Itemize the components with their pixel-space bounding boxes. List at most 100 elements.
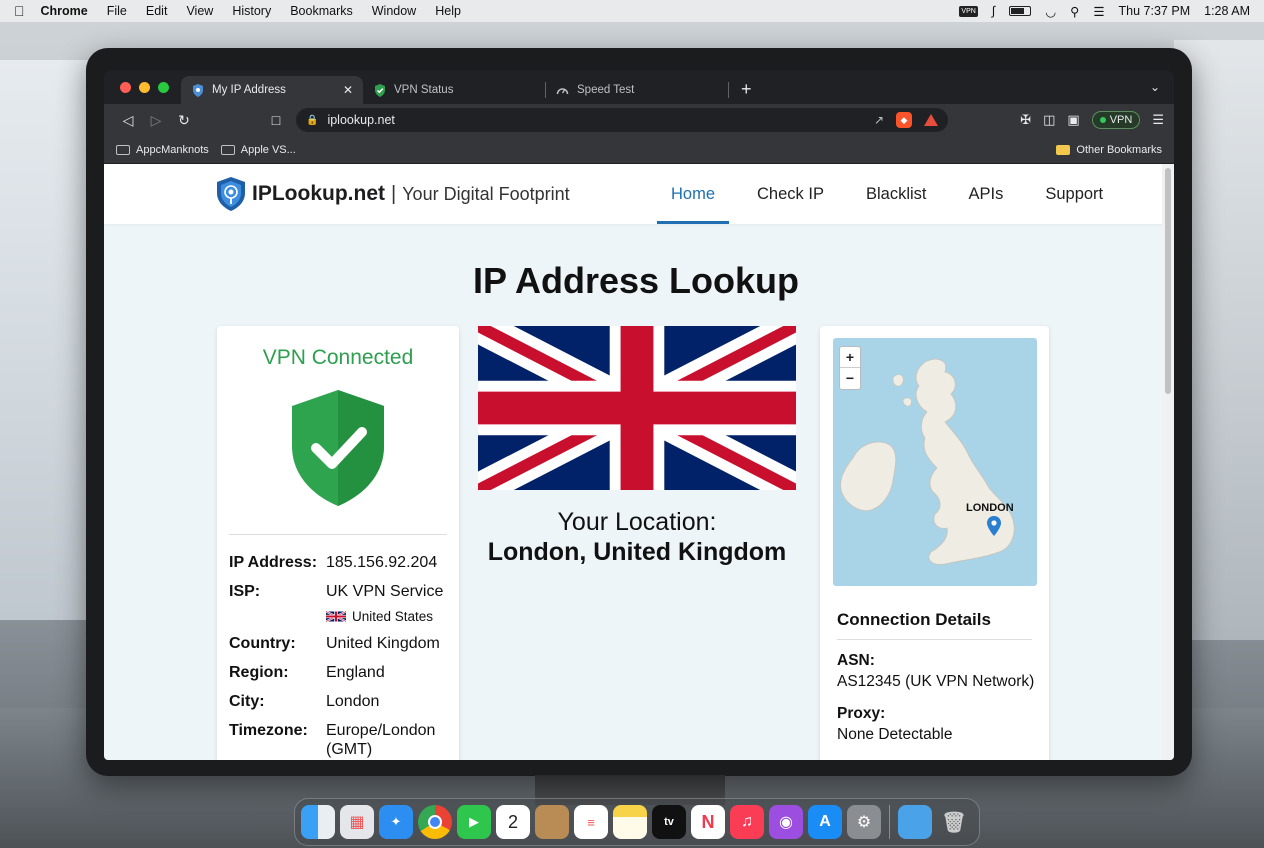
bookmark-label: Apple VS... xyxy=(240,143,296,156)
menu-window[interactable]: Window xyxy=(372,4,416,18)
connection-divider xyxy=(837,639,1032,640)
lock-icon[interactable]: 🔒 xyxy=(306,115,318,126)
reminders-icon[interactable]: ≡ xyxy=(574,805,608,839)
shield-icon xyxy=(191,83,204,97)
info-key: City: xyxy=(229,693,265,710)
green-check-shield-icon xyxy=(292,390,384,506)
share-icon[interactable]: ↗ xyxy=(874,113,884,127)
menu-bookmarks[interactable]: Bookmarks xyxy=(290,4,353,18)
bookmark-folder-1[interactable]: AppcManknots xyxy=(116,144,209,156)
browser-toolbar: ◁ ▷ ↻ □ 🔒 iplookup.net ↗ ◆ ✠ ◫ ▣ VPN ☰ xyxy=(104,104,1174,136)
menu-edit[interactable]: Edit xyxy=(146,4,168,18)
nav-blacklist[interactable]: Blacklist xyxy=(866,164,941,224)
finder-icon[interactable] xyxy=(301,805,335,839)
trash-icon[interactable]: 🗑 xyxy=(937,805,971,839)
nav-support[interactable]: Support xyxy=(1045,164,1117,224)
apple-tv-icon[interactable]: tv xyxy=(652,805,686,839)
forward-button[interactable]: ▷ xyxy=(142,112,170,129)
back-button[interactable]: ◁ xyxy=(114,112,142,129)
vpn-toolbar-button[interactable]: VPN xyxy=(1091,111,1141,129)
menu-history[interactable]: History xyxy=(232,4,271,18)
bluetooth-icon[interactable]: ∫ xyxy=(992,4,995,18)
info-row-region: Region: England xyxy=(229,663,447,682)
zoom-window-button[interactable] xyxy=(158,81,169,93)
close-tab-icon[interactable]: ✕ xyxy=(343,83,353,97)
address-bar[interactable]: 🔒 iplookup.net ↗ ◆ xyxy=(296,108,948,132)
brave-shields-icon[interactable]: ◆ xyxy=(896,112,912,128)
info-key: Region: xyxy=(229,664,289,681)
site-tagline: Your Digital Footprint xyxy=(402,183,570,204)
chrome-icon[interactable] xyxy=(418,805,452,839)
minimize-window-button[interactable] xyxy=(139,81,150,93)
menu-file[interactable]: File xyxy=(107,4,127,18)
site-logo[interactable]: IPLookup.net | Your Digital Footprint xyxy=(216,177,570,211)
dock-separator xyxy=(889,805,890,839)
tab-my-ip-address[interactable]: My IP Address ✕ xyxy=(181,76,363,104)
other-bookmarks[interactable]: Other Bookmarks xyxy=(1056,144,1162,156)
nav-check-ip[interactable]: Check IP xyxy=(757,164,838,224)
apple-menu-icon[interactable]:  xyxy=(14,3,25,19)
safari-icon[interactable]: ✦ xyxy=(379,805,413,839)
isp-country-text: United States xyxy=(352,609,434,624)
zoom-out-button[interactable]: − xyxy=(840,368,860,389)
vpn-status-title: VPN Connected xyxy=(262,346,414,369)
nav-apis[interactable]: APIs xyxy=(968,164,1017,224)
city-value: London xyxy=(326,693,380,710)
downloads-folder-icon[interactable] xyxy=(898,805,932,839)
url-text[interactable]: iplookup.net xyxy=(327,113,394,127)
tab-label: VPN Status xyxy=(394,84,454,96)
page-scrollbar[interactable] xyxy=(1162,164,1174,760)
wallet-icon[interactable]: ▣ xyxy=(1067,112,1079,128)
bookmark-page-icon[interactable]: □ xyxy=(262,112,290,128)
system-settings-icon[interactable]: ⚙ xyxy=(847,805,881,839)
gauge-icon xyxy=(556,84,569,97)
menu-view[interactable]: View xyxy=(186,4,213,18)
reload-button[interactable]: ↻ xyxy=(170,112,198,129)
connection-details-title: Connection Details xyxy=(837,610,991,629)
tab-vpn-status[interactable]: VPN Status xyxy=(363,76,545,104)
location-label: Your Location: xyxy=(557,508,717,536)
nav-home[interactable]: Home xyxy=(657,164,730,224)
info-key: Timezone: xyxy=(229,722,308,739)
toolbar-actions: ✠ ◫ ▣ VPN ☰ xyxy=(1020,111,1164,129)
map-city-label: LONDON xyxy=(966,502,1014,514)
zoom-in-button[interactable]: + xyxy=(840,347,860,368)
notes-icon[interactable] xyxy=(613,805,647,839)
calendar-icon[interactable]: 2 xyxy=(496,805,530,839)
location-map[interactable]: + − LONDON xyxy=(833,338,1037,586)
menu-app-name[interactable]: Chrome xyxy=(41,4,88,18)
music-icon[interactable]: ♫ xyxy=(730,805,764,839)
brave-rewards-icon[interactable] xyxy=(924,114,938,126)
podcasts-icon[interactable]: ◉ xyxy=(769,805,803,839)
map-zoom-control: + − xyxy=(839,346,861,390)
browser-menu-icon[interactable]: ☰ xyxy=(1152,112,1164,128)
wifi-icon[interactable]: ◡ xyxy=(1045,4,1056,19)
battery-icon[interactable] xyxy=(1009,6,1032,16)
scrollbar-thumb[interactable] xyxy=(1165,168,1171,394)
control-center-icon[interactable]: ☰ xyxy=(1093,4,1104,19)
extensions-puzzle-icon[interactable]: ✠ xyxy=(1020,112,1031,128)
info-key: Country: xyxy=(229,635,296,652)
vpn-status-icon[interactable]: VPN xyxy=(959,5,978,17)
region-value: England xyxy=(326,664,385,681)
app-store-icon[interactable]: A xyxy=(808,805,842,839)
proxy-value: None Detectable xyxy=(837,726,953,743)
spotlight-search-icon[interactable]: ⚲ xyxy=(1070,4,1079,19)
menu-clock[interactable]: Thu 7:37 PM xyxy=(1119,4,1191,18)
new-tab-button[interactable]: + xyxy=(741,79,752,100)
map-pin-icon[interactable] xyxy=(987,516,1001,536)
sidebar-toggle-icon[interactable]: ◫ xyxy=(1043,112,1055,128)
tab-search-chevron-icon[interactable]: ⌄ xyxy=(1150,80,1160,94)
tab-speed-test[interactable]: Speed Test xyxy=(546,76,728,104)
bookmark-folder-2[interactable]: Apple VS... xyxy=(220,143,296,156)
browser-window: My IP Address ✕ VPN Status Speed Test + … xyxy=(104,70,1174,760)
facetime-icon[interactable]: ▶ xyxy=(457,805,491,839)
news-icon[interactable]: N xyxy=(691,805,725,839)
menu-help[interactable]: Help xyxy=(435,4,461,18)
macos-dock: ▦ ✦ ▶ 2 ≡ tv N ♫ ◉ A ⚙ 🗑 xyxy=(294,798,980,846)
uk-flag-image xyxy=(478,326,796,490)
contacts-icon[interactable] xyxy=(535,805,569,839)
launchpad-icon[interactable]: ▦ xyxy=(340,805,374,839)
menu-clock-secondary[interactable]: 1:28 AM xyxy=(1204,4,1250,18)
close-window-button[interactable] xyxy=(120,81,131,93)
